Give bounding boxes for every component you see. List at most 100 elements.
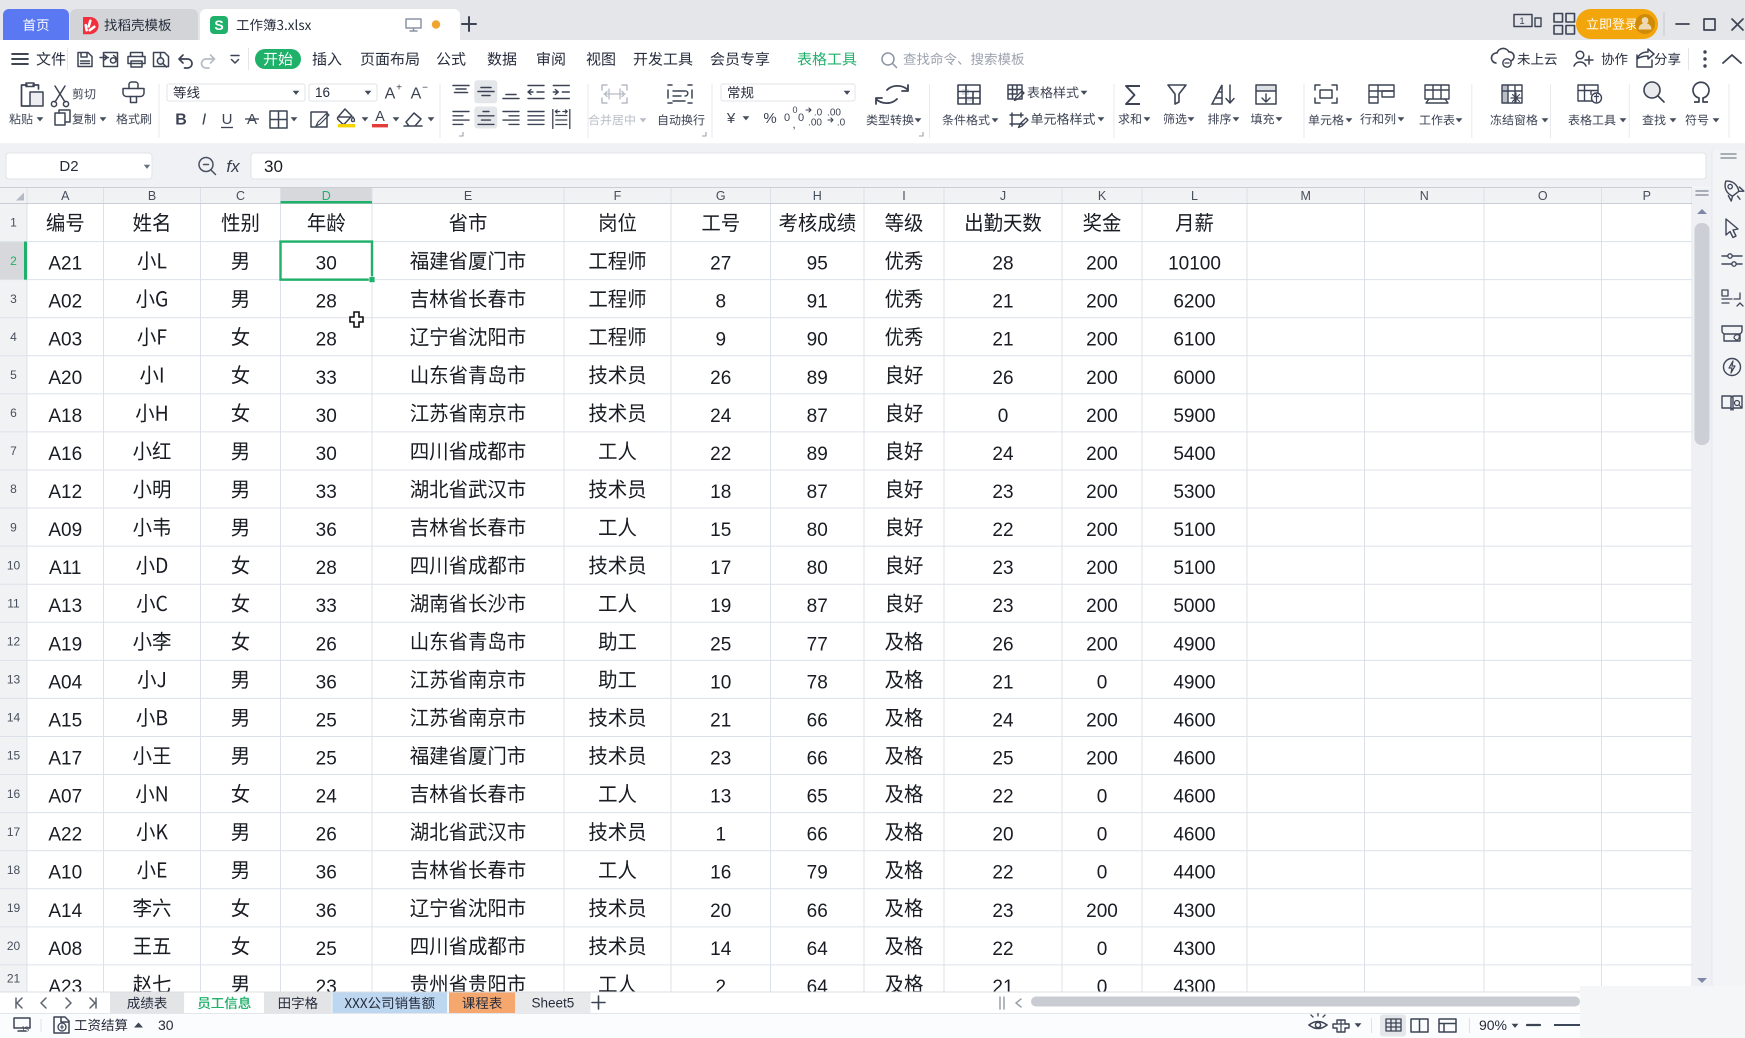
svg-text:200: 200 bbox=[1086, 710, 1118, 731]
svg-text:A15: A15 bbox=[48, 710, 82, 731]
svg-text:80: 80 bbox=[807, 558, 828, 579]
svg-text:200: 200 bbox=[1086, 292, 1118, 313]
svg-text:17: 17 bbox=[7, 825, 21, 839]
svg-text:4600: 4600 bbox=[1173, 825, 1215, 846]
svg-text:A13: A13 bbox=[48, 596, 82, 617]
svg-text:20: 20 bbox=[992, 825, 1013, 846]
svg-text:0: 0 bbox=[792, 105, 797, 115]
svg-text:36: 36 bbox=[316, 863, 337, 884]
svg-text:17: 17 bbox=[710, 558, 731, 579]
svg-text:A03: A03 bbox=[48, 330, 82, 351]
svg-text:65: 65 bbox=[807, 787, 828, 808]
svg-text:16: 16 bbox=[315, 85, 330, 100]
svg-text:4900: 4900 bbox=[1173, 672, 1215, 693]
svg-text:A11: A11 bbox=[49, 558, 81, 579]
svg-text:18: 18 bbox=[7, 863, 21, 877]
svg-text:28: 28 bbox=[316, 558, 337, 579]
svg-text:26: 26 bbox=[992, 368, 1013, 389]
svg-text:U: U bbox=[222, 111, 233, 128]
svg-text:200: 200 bbox=[1086, 330, 1118, 351]
svg-text:6200: 6200 bbox=[1173, 292, 1215, 313]
svg-text:23: 23 bbox=[992, 558, 1013, 579]
svg-text:16: 16 bbox=[710, 863, 731, 884]
svg-text:6: 6 bbox=[10, 406, 17, 420]
svg-text:89: 89 bbox=[807, 444, 828, 465]
svg-text:A: A bbox=[247, 111, 257, 128]
svg-text:26: 26 bbox=[316, 634, 337, 655]
svg-text:21: 21 bbox=[992, 330, 1013, 351]
svg-text:0: 0 bbox=[1097, 863, 1108, 884]
svg-text:1: 1 bbox=[715, 825, 726, 846]
svg-text:26: 26 bbox=[992, 634, 1013, 655]
svg-text:200: 200 bbox=[1086, 749, 1118, 770]
svg-text:22: 22 bbox=[992, 939, 1013, 960]
svg-text:E: E bbox=[464, 189, 472, 203]
svg-text:M: M bbox=[1301, 189, 1311, 203]
svg-text:A: A bbox=[385, 86, 396, 103]
svg-text:4: 4 bbox=[10, 330, 17, 344]
svg-text:H: H bbox=[813, 189, 822, 203]
svg-text:G: G bbox=[716, 189, 726, 203]
svg-text:90: 90 bbox=[807, 330, 828, 351]
svg-text:P: P bbox=[1643, 189, 1651, 203]
svg-text:36: 36 bbox=[316, 520, 337, 541]
svg-text:9: 9 bbox=[715, 330, 726, 351]
svg-text:200: 200 bbox=[1086, 444, 1118, 465]
svg-text:79: 79 bbox=[807, 863, 828, 884]
svg-text:4400: 4400 bbox=[1173, 863, 1215, 884]
svg-text:6100: 6100 bbox=[1173, 330, 1215, 351]
svg-text:A22: A22 bbox=[48, 825, 82, 846]
svg-text:7: 7 bbox=[10, 444, 17, 458]
svg-text:23: 23 bbox=[710, 749, 731, 770]
svg-text:B: B bbox=[148, 189, 156, 203]
svg-text:5000: 5000 bbox=[1173, 596, 1215, 617]
svg-text:0: 0 bbox=[1097, 787, 1108, 808]
svg-text:13: 13 bbox=[710, 787, 731, 808]
svg-text:1: 1 bbox=[1519, 16, 1524, 27]
svg-text:200: 200 bbox=[1086, 634, 1118, 655]
svg-text:−: − bbox=[422, 83, 428, 94]
svg-text:10: 10 bbox=[7, 558, 21, 572]
svg-text:0: 0 bbox=[998, 406, 1009, 427]
svg-text:87: 87 bbox=[807, 406, 828, 427]
svg-text:66: 66 bbox=[807, 825, 828, 846]
svg-text:F: F bbox=[614, 189, 622, 203]
svg-text:80: 80 bbox=[807, 520, 828, 541]
svg-text:14: 14 bbox=[710, 939, 732, 960]
svg-text:A18: A18 bbox=[48, 406, 82, 427]
svg-text:21: 21 bbox=[992, 292, 1013, 313]
svg-text:22: 22 bbox=[992, 863, 1013, 884]
svg-text:L: L bbox=[1191, 189, 1198, 203]
svg-text:6000: 6000 bbox=[1173, 368, 1215, 389]
svg-text:25: 25 bbox=[316, 749, 337, 770]
svg-text:.00: .00 bbox=[808, 118, 822, 129]
svg-text:28: 28 bbox=[992, 254, 1013, 275]
svg-text:200: 200 bbox=[1086, 406, 1118, 427]
svg-text:10100: 10100 bbox=[1168, 254, 1221, 275]
svg-text:0: 0 bbox=[784, 112, 790, 124]
svg-text:25: 25 bbox=[992, 749, 1013, 770]
svg-text:14: 14 bbox=[7, 711, 21, 725]
svg-text:91: 91 bbox=[807, 292, 828, 313]
svg-text:200: 200 bbox=[1086, 520, 1118, 541]
svg-text:JS: JS bbox=[21, 1027, 30, 1034]
svg-text:8: 8 bbox=[10, 482, 17, 496]
svg-text:A20: A20 bbox=[48, 368, 82, 389]
svg-text:24: 24 bbox=[710, 406, 732, 427]
svg-text:200: 200 bbox=[1086, 901, 1118, 922]
svg-text:78: 78 bbox=[807, 672, 828, 693]
svg-text:A: A bbox=[375, 109, 385, 125]
svg-text:23: 23 bbox=[992, 482, 1013, 503]
svg-text:66: 66 bbox=[807, 901, 828, 922]
svg-text:28: 28 bbox=[316, 292, 337, 313]
svg-text:A07: A07 bbox=[48, 787, 82, 808]
svg-text:4900: 4900 bbox=[1173, 634, 1215, 655]
svg-text:33: 33 bbox=[316, 596, 337, 617]
svg-text:22: 22 bbox=[710, 444, 731, 465]
svg-text:D: D bbox=[322, 189, 331, 203]
svg-text:A17: A17 bbox=[48, 749, 82, 770]
svg-text:A: A bbox=[61, 189, 70, 203]
svg-text:13: 13 bbox=[7, 673, 21, 687]
svg-text:5900: 5900 bbox=[1173, 406, 1215, 427]
svg-text:5: 5 bbox=[10, 368, 17, 382]
